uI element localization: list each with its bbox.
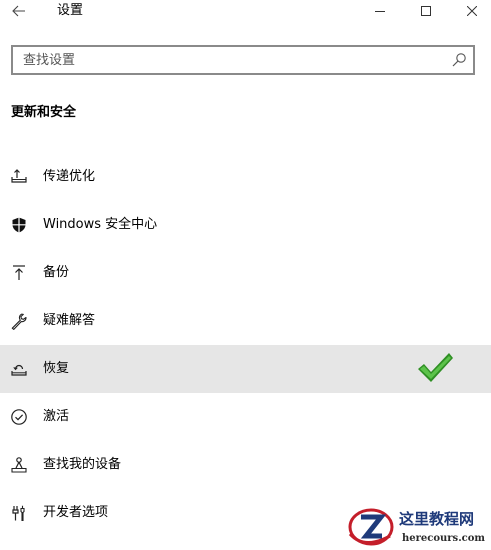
nav-label: 备份 (43, 265, 70, 280)
nav-label: 开发者选项 (43, 505, 109, 520)
section-title: 更新和安全 (11, 105, 77, 120)
minimize-icon (375, 11, 385, 12)
nav-item-windows-security[interactable]: Windows 安全中心 (0, 201, 491, 249)
delivery-optimization-icon (10, 168, 28, 186)
find-device-icon (10, 456, 28, 474)
watermark: 这里教程网 herecours.com (340, 505, 491, 550)
recovery-icon (10, 360, 28, 378)
maximize-icon (421, 6, 431, 16)
nav-item-troubleshoot[interactable]: 疑难解答 (0, 297, 491, 345)
search-icon[interactable] (451, 52, 467, 68)
green-checkmark-icon (418, 353, 453, 382)
title-bar: 设置 (0, 0, 491, 24)
developer-tools-icon (10, 504, 28, 522)
shield-icon (10, 216, 28, 234)
close-icon (467, 6, 477, 16)
back-button[interactable] (10, 2, 28, 20)
nav-label: 查找我的设备 (43, 457, 122, 472)
minimize-button[interactable] (357, 0, 403, 22)
nav-label: Windows 安全中心 (43, 217, 158, 232)
window-title: 设置 (57, 3, 84, 18)
search-box (11, 45, 475, 75)
check-circle-icon (10, 408, 28, 426)
nav-label: 疑难解答 (43, 313, 96, 328)
close-button[interactable] (449, 0, 491, 22)
nav-item-delivery-optimization[interactable]: 传递优化 (0, 153, 491, 201)
nav-list: 传递优化 Windows 安全中心 备份 疑难解答 恢复 激活 查找我的设备 开… (0, 153, 491, 537)
backup-arrow-icon (10, 264, 28, 282)
nav-item-activation[interactable]: 激活 (0, 393, 491, 441)
nav-label: 传递优化 (43, 169, 96, 184)
search-input[interactable] (13, 47, 443, 73)
nav-label: 恢复 (43, 361, 70, 376)
nav-label: 激活 (43, 409, 70, 424)
watermark-logo-icon (348, 508, 394, 546)
nav-item-backup[interactable]: 备份 (0, 249, 491, 297)
nav-item-recovery[interactable]: 恢复 (0, 345, 491, 393)
maximize-button[interactable] (403, 0, 449, 22)
settings-window: 设置 更新和安全 (0, 0, 491, 550)
wrench-icon (10, 312, 28, 330)
nav-item-find-my-device[interactable]: 查找我的设备 (0, 441, 491, 489)
watermark-url: herecours.com (402, 533, 486, 544)
watermark-title: 这里教程网 (399, 510, 475, 528)
back-arrow-icon (12, 5, 25, 17)
